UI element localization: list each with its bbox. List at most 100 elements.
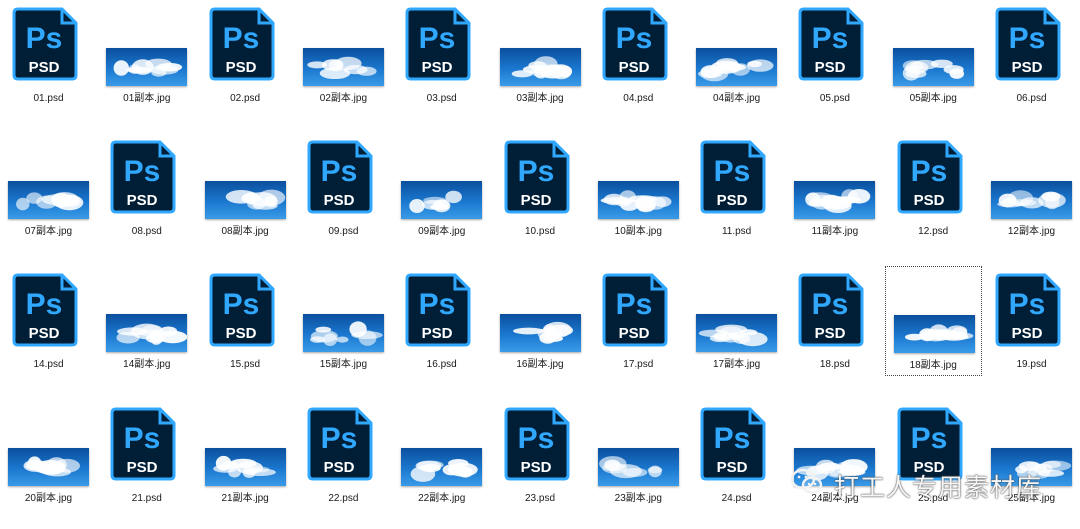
jpg-file-item[interactable]: 16副本.jpg — [492, 266, 589, 376]
file-name-label: 05副本.jpg — [909, 93, 957, 104]
psd-glyph: PSD — [913, 192, 944, 209]
psd-file-item[interactable]: Ps PSD 16.psd — [393, 266, 490, 376]
ps-glyph: Ps — [222, 288, 259, 321]
cloud-thumbnail — [794, 181, 876, 219]
photoshop-file-icon: Ps PSD — [405, 7, 471, 81]
jpg-file-item[interactable]: 17副本.jpg — [688, 266, 785, 376]
jpg-file-item[interactable]: 21副本.jpg — [197, 400, 294, 510]
ps-glyph: Ps — [812, 288, 849, 321]
psd-file-item[interactable]: Ps PSD 17.psd — [590, 266, 687, 376]
cloud-thumbnail — [499, 48, 581, 86]
file-grid: Ps PSD 01.psd 01副本.jpg Ps PSD 02.psd 02副本.jpg Ps… — [0, 0, 1080, 529]
jpg-file-item[interactable]: 05副本.jpg — [885, 0, 982, 110]
file-name-label: 10副本.jpg — [614, 226, 662, 237]
cloud-thumbnail — [499, 314, 581, 352]
ps-glyph: Ps — [615, 288, 652, 321]
photoshop-file-icon: Ps PSD — [700, 140, 766, 214]
file-name-label: 11副本.jpg — [811, 226, 859, 237]
photoshop-file-icon: Ps PSD — [798, 7, 864, 81]
photoshop-file-icon: Ps PSD — [209, 7, 275, 81]
photoshop-file-icon: Ps PSD — [504, 140, 569, 214]
jpg-file-item[interactable]: 14副本.jpg — [98, 266, 195, 376]
jpg-file-item[interactable]: 07副本.jpg — [0, 133, 97, 243]
file-row: Ps PSD 01.psd 01副本.jpg Ps PSD 02.psd 02副本.jpg Ps… — [0, 0, 1080, 125]
file-name-label: 17副本.jpg — [712, 359, 761, 370]
psd-glyph: PSD — [717, 192, 748, 209]
psd-file-item[interactable]: Ps PSD 15.psd — [197, 266, 294, 376]
file-name-label: 05.psd — [819, 93, 850, 104]
ps-glyph: Ps — [321, 155, 358, 188]
file-name-label: 04副本.jpg — [712, 93, 761, 104]
jpg-file-item[interactable]: 09副本.jpg — [393, 133, 490, 243]
psd-glyph: PSD — [717, 459, 748, 476]
psd-glyph: PSD — [225, 325, 256, 342]
file-name-label: 19.psd — [1016, 359, 1047, 370]
ps-glyph: Ps — [714, 155, 751, 188]
photoshop-file-icon: Ps PSD — [209, 273, 275, 347]
jpg-file-item[interactable]: 22副本.jpg — [393, 400, 490, 510]
ps-glyph: Ps — [419, 22, 456, 55]
jpg-file-item[interactable]: 08副本.jpg — [197, 133, 294, 243]
ps-glyph: Ps — [321, 422, 358, 455]
photoshop-file-icon: Ps PSD — [700, 407, 766, 481]
file-name-label: 03副本.jpg — [516, 93, 564, 104]
photoshop-file-icon: Ps PSD — [504, 407, 569, 481]
psd-file-item[interactable]: Ps PSD 24.psd — [688, 400, 785, 510]
psd-file-item[interactable]: Ps PSD 14.psd — [0, 266, 97, 376]
file-name-label: 15副本.jpg — [319, 359, 368, 370]
file-name-label: 22副本.jpg — [418, 493, 466, 504]
cloud-thumbnail — [204, 448, 286, 486]
psd-file-item[interactable]: Ps PSD 05.psd — [786, 0, 883, 110]
jpg-file-item[interactable]: 02副本.jpg — [295, 0, 392, 110]
file-name-label: 24.psd — [721, 493, 752, 504]
cloud-thumbnail — [597, 181, 679, 219]
photoshop-file-icon: Ps PSD — [995, 7, 1061, 81]
jpg-file-item[interactable]: 01副本.jpg — [98, 0, 195, 110]
psd-file-item[interactable]: Ps PSD 22.psd — [295, 400, 392, 510]
psd-file-item[interactable]: Ps PSD 18.psd — [786, 266, 883, 376]
psd-file-item[interactable]: Ps PSD 03.psd — [393, 0, 490, 110]
psd-glyph: PSD — [520, 192, 551, 209]
jpg-file-item[interactable]: 23副本.jpg — [590, 400, 687, 510]
photoshop-file-icon: Ps PSD — [897, 140, 963, 214]
psd-glyph: PSD — [1012, 325, 1043, 342]
jpg-file-item[interactable]: 11副本.jpg — [786, 133, 883, 243]
file-name-label: 22.psd — [328, 493, 359, 504]
file-name-label: 14副本.jpg — [123, 359, 171, 370]
cloud-thumbnail — [8, 448, 89, 486]
ps-glyph: Ps — [124, 155, 161, 188]
jpg-file-item[interactable]: 03副本.jpg — [492, 0, 589, 110]
ps-glyph: Ps — [1009, 288, 1046, 321]
psd-file-item[interactable]: Ps PSD 21.psd — [98, 400, 195, 510]
ps-glyph: Ps — [124, 422, 161, 455]
psd-file-item[interactable]: Ps PSD 04.psd — [590, 0, 687, 110]
psd-file-item[interactable]: Ps PSD 10.psd — [492, 133, 589, 243]
jpg-file-item[interactable]: 15副本.jpg — [295, 266, 392, 376]
ps-glyph: Ps — [517, 155, 554, 188]
file-name-label: 10.psd — [524, 226, 556, 237]
psd-file-item[interactable]: Ps PSD 12.psd — [885, 133, 982, 243]
cloud-thumbnail — [8, 181, 89, 219]
psd-file-item[interactable]: Ps PSD 02.psd — [197, 0, 294, 110]
jpg-file-item[interactable]: 04副本.jpg — [688, 0, 785, 110]
jpg-file-item[interactable]: 20副本.jpg — [0, 400, 97, 510]
file-name-label: 08副本.jpg — [221, 226, 269, 237]
photoshop-file-icon: Ps PSD — [602, 7, 668, 81]
ps-glyph: Ps — [615, 22, 652, 55]
psd-file-item[interactable]: Ps PSD 09.psd — [295, 133, 392, 243]
file-name-label: 09副本.jpg — [418, 226, 466, 237]
watermark-text: 打工人专用素材库 — [834, 473, 1043, 502]
psd-file-item[interactable]: Ps PSD 19.psd — [983, 266, 1080, 376]
jpg-file-item[interactable]: 12副本.jpg — [983, 133, 1080, 243]
photoshop-file-icon: Ps PSD — [12, 7, 78, 81]
jpg-file-item[interactable]: 18副本.jpg — [884, 266, 982, 376]
psd-glyph: PSD — [323, 192, 354, 209]
psd-file-item[interactable]: Ps PSD 06.psd — [983, 0, 1080, 110]
jpg-file-item[interactable]: 10副本.jpg — [590, 133, 687, 243]
psd-file-item[interactable]: Ps PSD 23.psd — [492, 400, 589, 510]
psd-file-item[interactable]: Ps PSD 01.psd — [0, 0, 97, 110]
psd-file-item[interactable]: Ps PSD 11.psd — [688, 133, 785, 243]
ps-glyph: Ps — [910, 422, 947, 455]
cloud-thumbnail — [302, 48, 384, 86]
psd-file-item[interactable]: Ps PSD 08.psd — [98, 133, 195, 243]
